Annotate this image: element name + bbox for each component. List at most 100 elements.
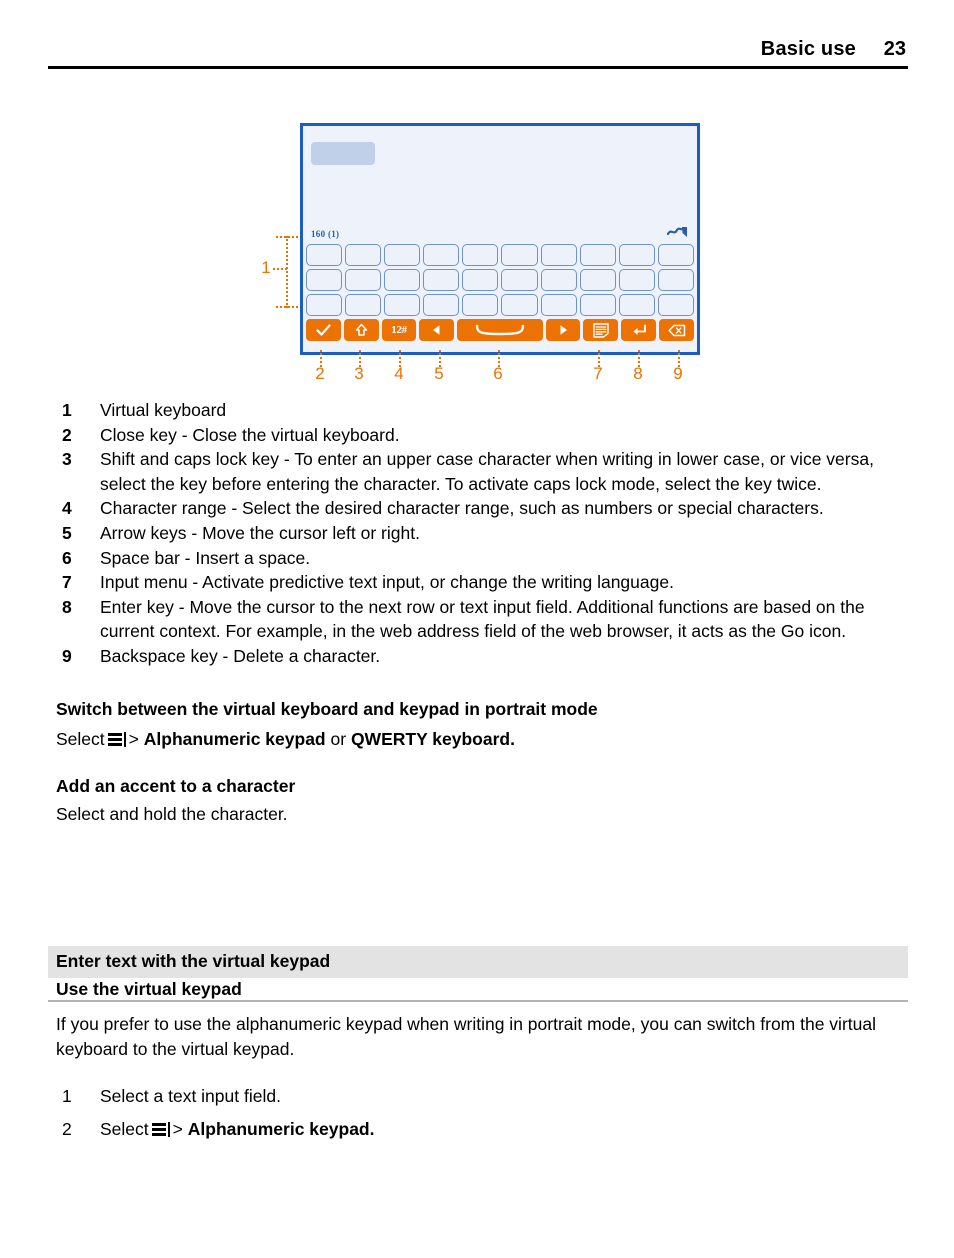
enter-arrow-icon	[633, 324, 646, 335]
character-key[interactable]	[540, 269, 577, 291]
character-key[interactable]	[345, 244, 382, 266]
switch-mode-heading: Switch between the virtual keyboard and …	[56, 698, 598, 719]
legend-item-9: 9 Backspace key - Delete a character.	[56, 644, 908, 669]
character-key[interactable]	[306, 244, 343, 266]
device-screen-frame: 160 (1) 12#	[300, 123, 700, 355]
legend-marker: 8	[62, 596, 72, 617]
option-qwerty-keyboard: QWERTY keyboard	[350, 728, 511, 749]
option-alphanumeric-keypad: Alphanumeric keypad	[187, 1118, 370, 1139]
keypad-step-2: 2 Select > Alphanumeric keypad.	[56, 1117, 908, 1142]
enter-key[interactable]	[621, 319, 657, 341]
header-divider	[48, 66, 908, 69]
step-marker: 1	[62, 1086, 72, 1106]
space-bar-key[interactable]	[457, 319, 543, 341]
callout-label-4: 4	[394, 364, 404, 383]
backspace-icon	[667, 324, 685, 336]
legend-marker: 2	[62, 424, 72, 445]
callout-1-leader	[273, 268, 287, 270]
keypad-section-banner: Enter text with the virtual keypad	[48, 946, 908, 978]
character-key[interactable]	[462, 294, 499, 316]
character-key[interactable]	[579, 294, 616, 316]
option-alphanumeric-keypad: Alphanumeric keypad	[143, 728, 326, 749]
select-label: Select	[100, 1118, 149, 1139]
character-key[interactable]	[462, 269, 499, 291]
text-editor-area: 160 (1)	[303, 126, 697, 239]
step-text: Select a text input field.	[100, 1086, 281, 1106]
character-key[interactable]	[657, 244, 694, 266]
page-header: Basic use 23	[48, 38, 906, 61]
callout-label-8: 8	[633, 364, 643, 383]
callout-label-6: 6	[493, 364, 503, 383]
envelope-icon	[667, 227, 687, 237]
character-key-grid: 12#	[306, 244, 694, 341]
legend-text: Space bar - Insert a space.	[100, 547, 311, 568]
text-input-field[interactable]	[311, 142, 375, 165]
switch-mode-instruction: Select > Alphanumeric keypad or QWERTY ke…	[56, 727, 908, 752]
character-range-key[interactable]: 12#	[381, 319, 417, 341]
input-menu-icon	[107, 731, 127, 747]
legend-marker: 6	[62, 547, 72, 568]
character-key[interactable]	[657, 269, 694, 291]
character-key[interactable]	[345, 294, 382, 316]
keypad-subheading: Use the virtual keypad	[56, 979, 242, 999]
character-key[interactable]	[384, 294, 421, 316]
character-key[interactable]	[618, 294, 655, 316]
character-key[interactable]	[501, 269, 538, 291]
callout-label-9: 9	[673, 364, 683, 383]
sentence-period: .	[510, 728, 515, 749]
character-key[interactable]	[501, 294, 538, 316]
callout-label-3: 3	[354, 364, 364, 383]
space-bar-icon	[475, 324, 525, 336]
callout-label-7: 7	[593, 364, 603, 383]
legend-marker: 9	[62, 645, 72, 666]
character-key[interactable]	[306, 294, 343, 316]
character-key[interactable]	[657, 294, 694, 316]
callout-1-bottom-tick	[276, 306, 298, 308]
character-key[interactable]	[423, 269, 460, 291]
input-menu-icon	[151, 1121, 171, 1137]
arrow-right-key[interactable]	[545, 319, 581, 341]
character-key[interactable]	[540, 294, 577, 316]
character-key[interactable]	[579, 269, 616, 291]
keypad-banner-title: Enter text with the virtual keypad	[56, 951, 331, 971]
legend-item-3: 3 Shift and caps lock key - To enter an …	[56, 447, 908, 496]
function-key-row: 12#	[306, 319, 694, 341]
keypad-section-body: If you prefer to use the alphanumeric ke…	[56, 1008, 908, 1141]
keypad-steps-list: 1 Select a text input field. 2 Select > A…	[56, 1084, 908, 1141]
legend-text: Input menu - Activate predictive text in…	[100, 572, 674, 593]
keypad-intro-paragraph: If you prefer to use the alphanumeric ke…	[56, 1014, 876, 1059]
legend-list: 1 Virtual keyboard 2 Close key - Close t…	[56, 398, 908, 669]
document-page: Basic use 23 1 160 (1) 12# 2 3 4 5 6 7 8…	[0, 0, 954, 1258]
character-key[interactable]	[384, 244, 421, 266]
character-key[interactable]	[345, 269, 382, 291]
arrow-left-key[interactable]	[419, 319, 455, 341]
character-key[interactable]	[540, 244, 577, 266]
character-key[interactable]	[501, 244, 538, 266]
character-key[interactable]	[423, 294, 460, 316]
legend-item-5: 5 Arrow keys - Move the cursor left or r…	[56, 521, 908, 546]
character-range-label: 12#	[391, 324, 407, 336]
legend-item-6: 6 Space bar - Insert a space.	[56, 546, 908, 571]
page-number: 23	[883, 38, 906, 60]
close-key[interactable]	[306, 319, 341, 341]
input-menu-key[interactable]	[583, 319, 619, 341]
path-separator: >	[128, 728, 139, 749]
character-key[interactable]	[306, 269, 343, 291]
callout-label-1: 1	[261, 258, 271, 277]
character-key[interactable]	[618, 244, 655, 266]
character-key[interactable]	[462, 244, 499, 266]
shift-caps-lock-key[interactable]	[343, 319, 379, 341]
legend-text: Character range - Select the desired cha…	[100, 498, 824, 519]
legend-marker: 3	[62, 449, 72, 470]
character-key[interactable]	[423, 244, 460, 266]
backspace-key[interactable]	[659, 319, 694, 341]
keypad-subheading-divider	[48, 1000, 908, 1002]
character-key[interactable]	[384, 269, 421, 291]
step-marker: 2	[62, 1118, 72, 1139]
character-key[interactable]	[618, 269, 655, 291]
legend-marker: 7	[62, 572, 72, 593]
input-menu-icon	[593, 322, 609, 338]
virtual-keyboard-figure: 1 160 (1) 12# 2 3 4 5 6 7 8 9	[258, 118, 708, 388]
character-key[interactable]	[579, 244, 616, 266]
shift-arrow-icon	[355, 323, 367, 336]
